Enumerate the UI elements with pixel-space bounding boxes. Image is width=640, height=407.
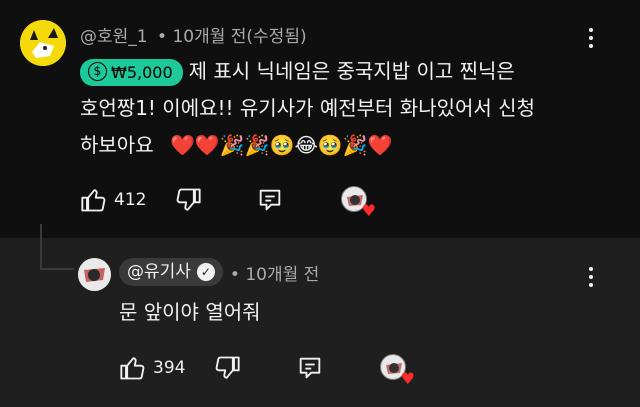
dislike-button[interactable] (174, 186, 202, 218)
reply-author-chip[interactable]: @유기사 ✓ (119, 258, 223, 286)
reply-dislike-button[interactable] (213, 354, 241, 386)
thread-line (40, 224, 42, 270)
reply-like-button[interactable] (119, 354, 147, 386)
coin-icon: $ (88, 62, 107, 81)
like-button[interactable] (80, 186, 108, 218)
thread-line-branch (40, 268, 74, 270)
thumbs-up-icon (81, 189, 106, 212)
reply-avatar[interactable] (78, 258, 111, 291)
reply-author: @유기사 (127, 262, 191, 282)
comment-header: @호원_1 • 10개월 전(수정됨) (80, 22, 307, 47)
reply-reply-button[interactable] (296, 354, 324, 386)
comment-meta: • 10개월 전(수정됨) (157, 27, 307, 47)
thumbs-up-icon (120, 357, 145, 380)
comment-body: $ ₩5,000 제 표시 닉네임은 중국지밥 이고 찐닉은 호언짱1! 이에요!… (80, 53, 620, 164)
verified-check-icon: ✓ (196, 263, 215, 281)
reply-creator-heart[interactable]: ♥ (380, 354, 415, 388)
creator-heart-icon: ♥ (361, 201, 376, 220)
commenter-avatar[interactable] (20, 20, 66, 66)
superchat-amount: ₩5,000 (111, 63, 173, 82)
like-count: 412 (114, 190, 147, 210)
reply-more-button[interactable] (589, 267, 593, 287)
superchat-badge: $ ₩5,000 (80, 59, 183, 86)
creator-heart[interactable]: ♥ (341, 186, 376, 220)
reply-comment-icon (259, 189, 281, 211)
reply-button[interactable] (256, 186, 284, 218)
creator-heart-icon: ♥ (400, 369, 415, 388)
comment-text-line-1: 제 표시 닉네임은 중국지밥 이고 찐닉은 (188, 59, 515, 83)
comment-emojis: ❤️❤️🎉🎉🥹😂🥹🎉❤️ (169, 133, 393, 157)
comment-more-button[interactable] (589, 28, 593, 48)
comment-author[interactable]: @호원_1 (80, 27, 148, 47)
comment-text-line-2: 호언짱1! 이에요!! 유기사가 예전부터 화나있어서 신청 (80, 96, 535, 120)
thumbs-down-icon (176, 188, 201, 211)
reply-like-count: 394 (153, 358, 186, 378)
reply-header: @유기사 ✓ • 10개월 전 (119, 258, 319, 286)
more-vert-icon (589, 267, 593, 287)
more-vert-icon (589, 28, 593, 48)
reply-text: 문 앞이야 열어줘 (119, 300, 261, 324)
reply-meta: • 10개월 전 (229, 264, 320, 285)
comment-text-line-3: 하보아요 (80, 133, 154, 157)
thumbs-down-icon (215, 356, 240, 379)
reply-comment-icon (299, 357, 321, 379)
